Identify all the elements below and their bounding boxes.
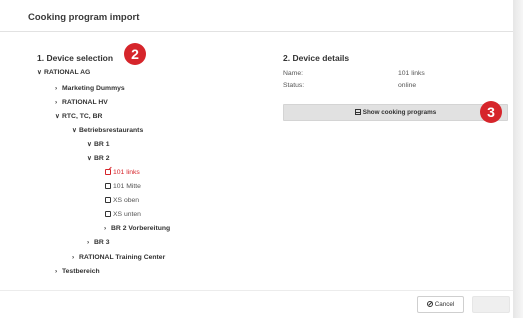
device-details-title: 2. Device details (283, 53, 350, 63)
list-icon (354, 108, 361, 115)
name-value: 101 links (398, 70, 425, 77)
tree-node-marketing-dummys[interactable]: › Marketing Dummys (55, 84, 125, 93)
tree-node-rational-ag[interactable]: ∨ RATIONAL AG (37, 68, 90, 77)
chevron-down-icon: ∨ (72, 127, 77, 134)
chevron-down-icon: ∨ (87, 155, 92, 162)
status-value: online (398, 82, 417, 89)
dialog-title: Cooking program import (28, 12, 140, 23)
cancel-button[interactable]: Cancel (417, 296, 464, 313)
tree-node-101-links[interactable]: 101 links (105, 168, 140, 177)
step-badge-3: 3 (480, 101, 502, 123)
device-icon (105, 196, 111, 203)
tree-node-101-mitte[interactable]: 101 Mitte (105, 182, 141, 191)
chevron-down-icon: ∨ (37, 69, 42, 76)
tree-node-xs-oben[interactable]: XS oben (105, 196, 139, 205)
tree-node-br-2-vorbereitung[interactable]: › BR 2 Vorbereitung (104, 224, 170, 233)
dialog-edge-shadow (513, 0, 523, 318)
chevron-right-icon: › (87, 239, 90, 246)
device-icon (105, 182, 111, 189)
tree-node-br-1[interactable]: ∨ BR 1 (87, 140, 110, 149)
chevron-right-icon: › (104, 225, 107, 232)
chevron-right-icon: › (55, 85, 58, 92)
tree-node-rational-training-center[interactable]: › RATIONAL Training Center (72, 253, 165, 262)
chevron-right-icon: › (55, 268, 58, 275)
tree-node-rtc-tc-br[interactable]: ∨ RTC, TC, BR (55, 112, 102, 121)
device-selected-icon (105, 168, 111, 175)
tree-node-br-2[interactable]: ∨ BR 2 (87, 154, 110, 163)
cooking-program-import-dialog: Cooking program import 1. Device selecti… (0, 0, 523, 318)
chevron-right-icon: › (72, 254, 75, 261)
show-cooking-programs-button[interactable]: Show cooking programs (283, 104, 508, 121)
chevron-down-icon: ∨ (87, 141, 92, 148)
device-icon (105, 210, 111, 217)
device-selection-title: 1. Device selection (37, 53, 114, 63)
tree-node-br-3[interactable]: › BR 3 (87, 238, 110, 247)
tree-node-testbereich[interactable]: › Testbereich (55, 267, 100, 276)
dialog-header: Cooking program import (0, 0, 513, 32)
cancel-icon (426, 300, 433, 307)
tree-node-betriebsrestaurants[interactable]: ∨ Betriebsrestaurants (72, 126, 143, 135)
import-button-disabled[interactable] (472, 296, 510, 313)
status-label: Status: (283, 82, 305, 89)
step-badge-2: 2 (124, 43, 146, 65)
name-label: Name: (283, 70, 304, 77)
chevron-right-icon: › (55, 99, 58, 106)
tree-node-xs-unten[interactable]: XS unten (105, 210, 141, 219)
tree-node-rational-hv[interactable]: › RATIONAL HV (55, 98, 108, 107)
chevron-down-icon: ∨ (55, 113, 60, 120)
